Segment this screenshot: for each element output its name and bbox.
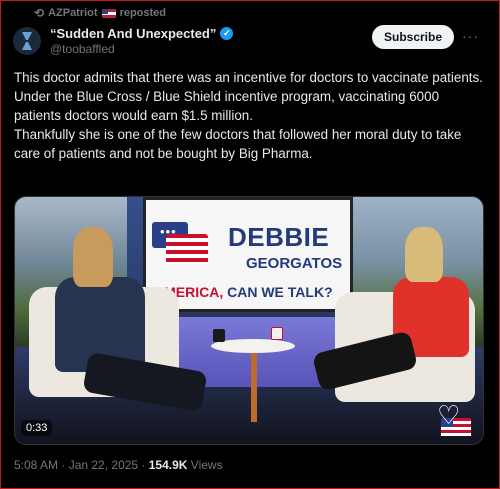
tweet-text: This doctor admits that there was an inc… <box>14 68 484 163</box>
table-leg <box>251 347 257 422</box>
repost-suffix: reposted <box>119 7 167 19</box>
hourglass-icon <box>22 32 32 50</box>
tweet-line-3: Thankfully she is one of the few doctors… <box>14 127 462 161</box>
mug-white <box>271 327 283 340</box>
video-duration: 0:33 <box>21 420 53 436</box>
guest-head <box>73 227 113 287</box>
repost-indicator: ⟲ AZPatriot reposted <box>34 6 166 20</box>
post-time[interactable]: 5:08 AM · Jan 22, 2025 · <box>14 458 149 472</box>
subscribe-button[interactable]: Subscribe <box>372 25 454 49</box>
verified-badge-icon: ✓ <box>220 27 234 40</box>
tweet-meta: 5:08 AM · Jan 22, 2025 · 154.9K Views <box>14 458 223 472</box>
screen-title-2: GEORGATOS <box>246 255 343 272</box>
repost-user[interactable]: AZPatriot <box>48 7 98 19</box>
video-player[interactable]: ••• DEBBIE GEORGATOS AMERICA, CAN WE TAL… <box>14 196 484 445</box>
author-handle[interactable]: @toobaffled <box>50 42 115 56</box>
tweet-line-1: This doctor admits that there was an inc… <box>14 70 483 85</box>
tweet-line-2: Under the Blue Cross / Blue Shield incen… <box>14 89 440 123</box>
author-name[interactable]: “Sudden And Unexpected” ✓ <box>50 26 234 41</box>
screen-title-1: DEBBIE <box>228 222 330 252</box>
more-options-icon[interactable]: ··· <box>462 28 479 44</box>
screen-tagline-b: CAN WE TALK? <box>223 284 333 300</box>
screen-tagline: AMERICA, CAN WE TALK? <box>154 284 333 300</box>
views-count: 154.9K <box>148 458 188 472</box>
display-name[interactable]: “Sudden And Unexpected” <box>50 26 216 41</box>
us-flag-icon <box>101 8 116 18</box>
heart-flag-logo-icon: ♡ <box>435 402 471 438</box>
mug-black <box>213 329 225 342</box>
views-label: Views <box>187 458 223 472</box>
host-head <box>405 227 443 282</box>
chat-bubble-flag-logo: ••• <box>152 222 208 264</box>
repost-icon: ⟲ <box>34 6 45 20</box>
avatar[interactable] <box>13 27 41 55</box>
